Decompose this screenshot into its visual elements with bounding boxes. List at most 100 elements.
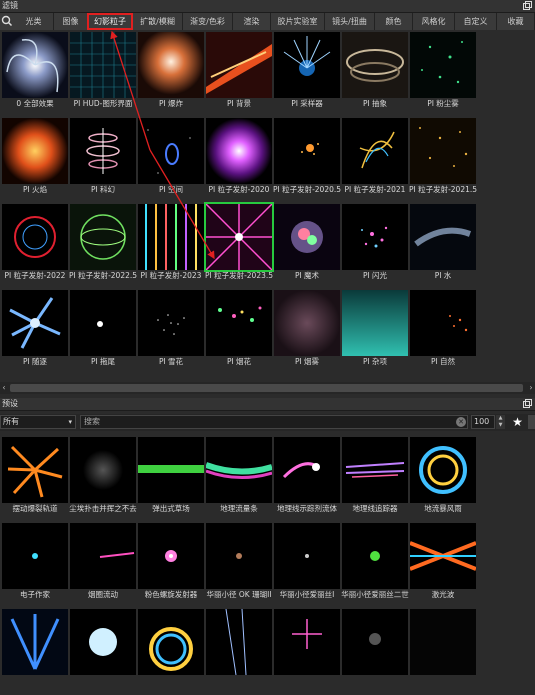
cyan-dot-thumb-icon (2, 523, 68, 589)
filter-item[interactable]: PI 烟雾 (274, 290, 340, 376)
tab-custom[interactable]: 自定义 (455, 13, 497, 30)
comet-tail-thumb-icon (70, 290, 136, 356)
filter-item-label: PI 火焰 (22, 185, 48, 194)
preset-item[interactable]: 华丽小径爱丽丝I (274, 523, 340, 609)
filter-item-label: PI 粒子发射-2023.5 (204, 271, 274, 280)
filter-item-label: PI 空间 (158, 185, 184, 194)
preset-item[interactable] (206, 609, 272, 695)
filter-item[interactable]: PI 粒子发射-2023 (138, 204, 204, 290)
filter-item[interactable]: PI 科幻 (70, 118, 136, 204)
search-icon[interactable] (0, 13, 14, 30)
preset-item[interactable]: 烟圈流动 (70, 523, 136, 609)
preset-item[interactable]: 粉色螺旋发射器 (138, 523, 204, 609)
filter-item[interactable]: PI 空间 (138, 118, 204, 204)
tab-diffuse-blur[interactable]: 扩散/模糊 (133, 13, 183, 30)
preset-item[interactable]: 地流暴风雨 (410, 437, 476, 523)
preset-item[interactable]: 华丽小径 OK 珊瑚II (206, 523, 272, 609)
filter-item[interactable]: PI 采样器 (274, 32, 340, 118)
pink-spiral-thumb-icon (138, 523, 204, 589)
filter-item-label: PI 水 (434, 271, 452, 280)
preset-item[interactable]: 摆动爆裂轨道 (2, 437, 68, 523)
faint-coral-thumb-icon (206, 523, 272, 589)
tab-lens-distort[interactable]: 镜头/扭曲 (325, 13, 375, 30)
filter-item[interactable]: PI 粒子发射-2020 (206, 118, 272, 204)
tab-stylize[interactable]: 风格化 (413, 13, 455, 30)
filter-item[interactable]: PI 闪光 (342, 204, 408, 290)
stepper-down-icon[interactable]: ▼ (496, 422, 505, 429)
filter-item[interactable]: 0 全部效果 (2, 32, 68, 118)
scroll-left-icon[interactable]: ‹ (0, 382, 8, 394)
restore-window-icon[interactable] (523, 1, 532, 10)
size-stepper[interactable]: ▲ ▼ (496, 415, 505, 429)
scroll-thumb[interactable] (10, 384, 523, 392)
filter-item[interactable]: PI 随逐 (2, 290, 68, 376)
filter-item[interactable]: PI 水 (410, 204, 476, 290)
tab-gradient-color[interactable]: 渐变/色彩 (183, 13, 233, 30)
filter-item[interactable]: PI 自然 (410, 290, 476, 376)
tab-light[interactable]: 光类 (14, 13, 54, 30)
preset-item[interactable]: 尘埃扑击并挥之不去 (69, 437, 137, 523)
preset-item[interactable] (138, 609, 204, 695)
tab-render[interactable]: 渲染 (233, 13, 271, 30)
preset-item[interactable]: 电子作家 (2, 523, 68, 609)
preset-item[interactable]: 地理线示踪剂流体 (274, 437, 340, 523)
abstract-swirl-thumb-icon (342, 32, 408, 98)
tab-image[interactable]: 图像 (54, 13, 88, 30)
filter-item[interactable]: PI 火焰 (2, 118, 68, 204)
preset-item[interactable] (2, 609, 68, 695)
filter-item[interactable]: PI HUD-图形界面 (70, 32, 136, 118)
preset-item[interactable]: 地理流量条 (206, 437, 272, 523)
preset-item[interactable]: 激光波 (410, 523, 476, 609)
filter-item-label: PI 魔术 (294, 271, 320, 280)
filter-item[interactable]: PI 粒子发射-2022 (2, 204, 68, 290)
preset-item-label: 华丽小径 OK 珊瑚II (206, 590, 272, 599)
sampler-burst-thumb-icon (274, 32, 340, 98)
tab-favorites[interactable]: 收藏 (497, 13, 535, 30)
green-orb-thumb-icon (70, 204, 136, 270)
preset-item[interactable] (70, 609, 136, 695)
filter-item[interactable]: PI 粒子发射-2021.5 (409, 118, 477, 204)
magic-orb-thumb-icon (274, 204, 340, 270)
filter-item[interactable]: PI 粒子发射-2020.5 (273, 118, 341, 204)
more-options-button[interactable] (528, 415, 535, 429)
preset-item[interactable] (274, 609, 340, 695)
scroll-right-icon[interactable]: › (527, 382, 535, 394)
filter-item[interactable]: PI 背景 (206, 32, 272, 118)
tab-particles[interactable]: 幻影粒子 (87, 13, 133, 30)
filter-item[interactable]: PI 魔术 (274, 204, 340, 290)
clear-search-icon[interactable]: ✕ (456, 417, 466, 427)
filter-item-label: PI 采样器 (291, 99, 323, 108)
horizontal-scrollbar[interactable]: ‹ › (0, 382, 535, 394)
favorite-star-icon[interactable]: ★ (511, 415, 524, 429)
filter-item[interactable]: PI 爆炸 (138, 32, 204, 118)
preset-item[interactable]: 地理线追踪器 (342, 437, 408, 523)
preset-item-label: 弹出式草场 (152, 504, 190, 513)
category-dropdown[interactable]: 所有 ▾ (0, 415, 76, 429)
grass-line-thumb-icon (138, 437, 204, 503)
filter-item[interactable]: PI 杂项 (342, 290, 408, 376)
preset-item[interactable]: 弹出式草场 (138, 437, 204, 523)
filter-item[interactable]: PI 雪花 (138, 290, 204, 376)
white-starburst-thumb-icon (70, 609, 136, 675)
stepper-up-icon[interactable]: ▲ (496, 415, 505, 422)
filter-item-selected[interactable]: PI 粒子发射-2023.5 (205, 204, 273, 290)
filter-item[interactable]: PI 拖尾 (70, 290, 136, 376)
filter-item[interactable]: PI 粒子发射-2022.5 (69, 204, 137, 290)
preset-item[interactable] (342, 609, 408, 695)
filter-item[interactable]: PI 粉尘雾 (410, 32, 476, 118)
preset-item[interactable] (410, 609, 476, 695)
preset-item-label: 地理流量条 (220, 504, 258, 513)
hud-grid-thumb-icon (70, 32, 136, 98)
fire-thumb-icon (2, 118, 68, 184)
thumbnail-size-field[interactable]: 100 (471, 415, 495, 429)
restore-window-icon[interactable] (523, 399, 532, 408)
tab-film-lab[interactable]: 胶片实验室 (271, 13, 325, 30)
filter-item[interactable]: PI 抽象 (342, 32, 408, 118)
preset-item[interactable]: 华丽小径爱丽丝二世 (341, 523, 409, 609)
filter-item[interactable]: PI 粒子发射-2021 (342, 118, 408, 204)
preset-search-input[interactable]: 搜索 (80, 415, 468, 429)
filter-item-label: PI 抽象 (362, 99, 388, 108)
presets-panel-header: 预设 (0, 398, 535, 411)
tab-color[interactable]: 颜色 (375, 13, 413, 30)
filter-item[interactable]: PI 烟花 (206, 290, 272, 376)
